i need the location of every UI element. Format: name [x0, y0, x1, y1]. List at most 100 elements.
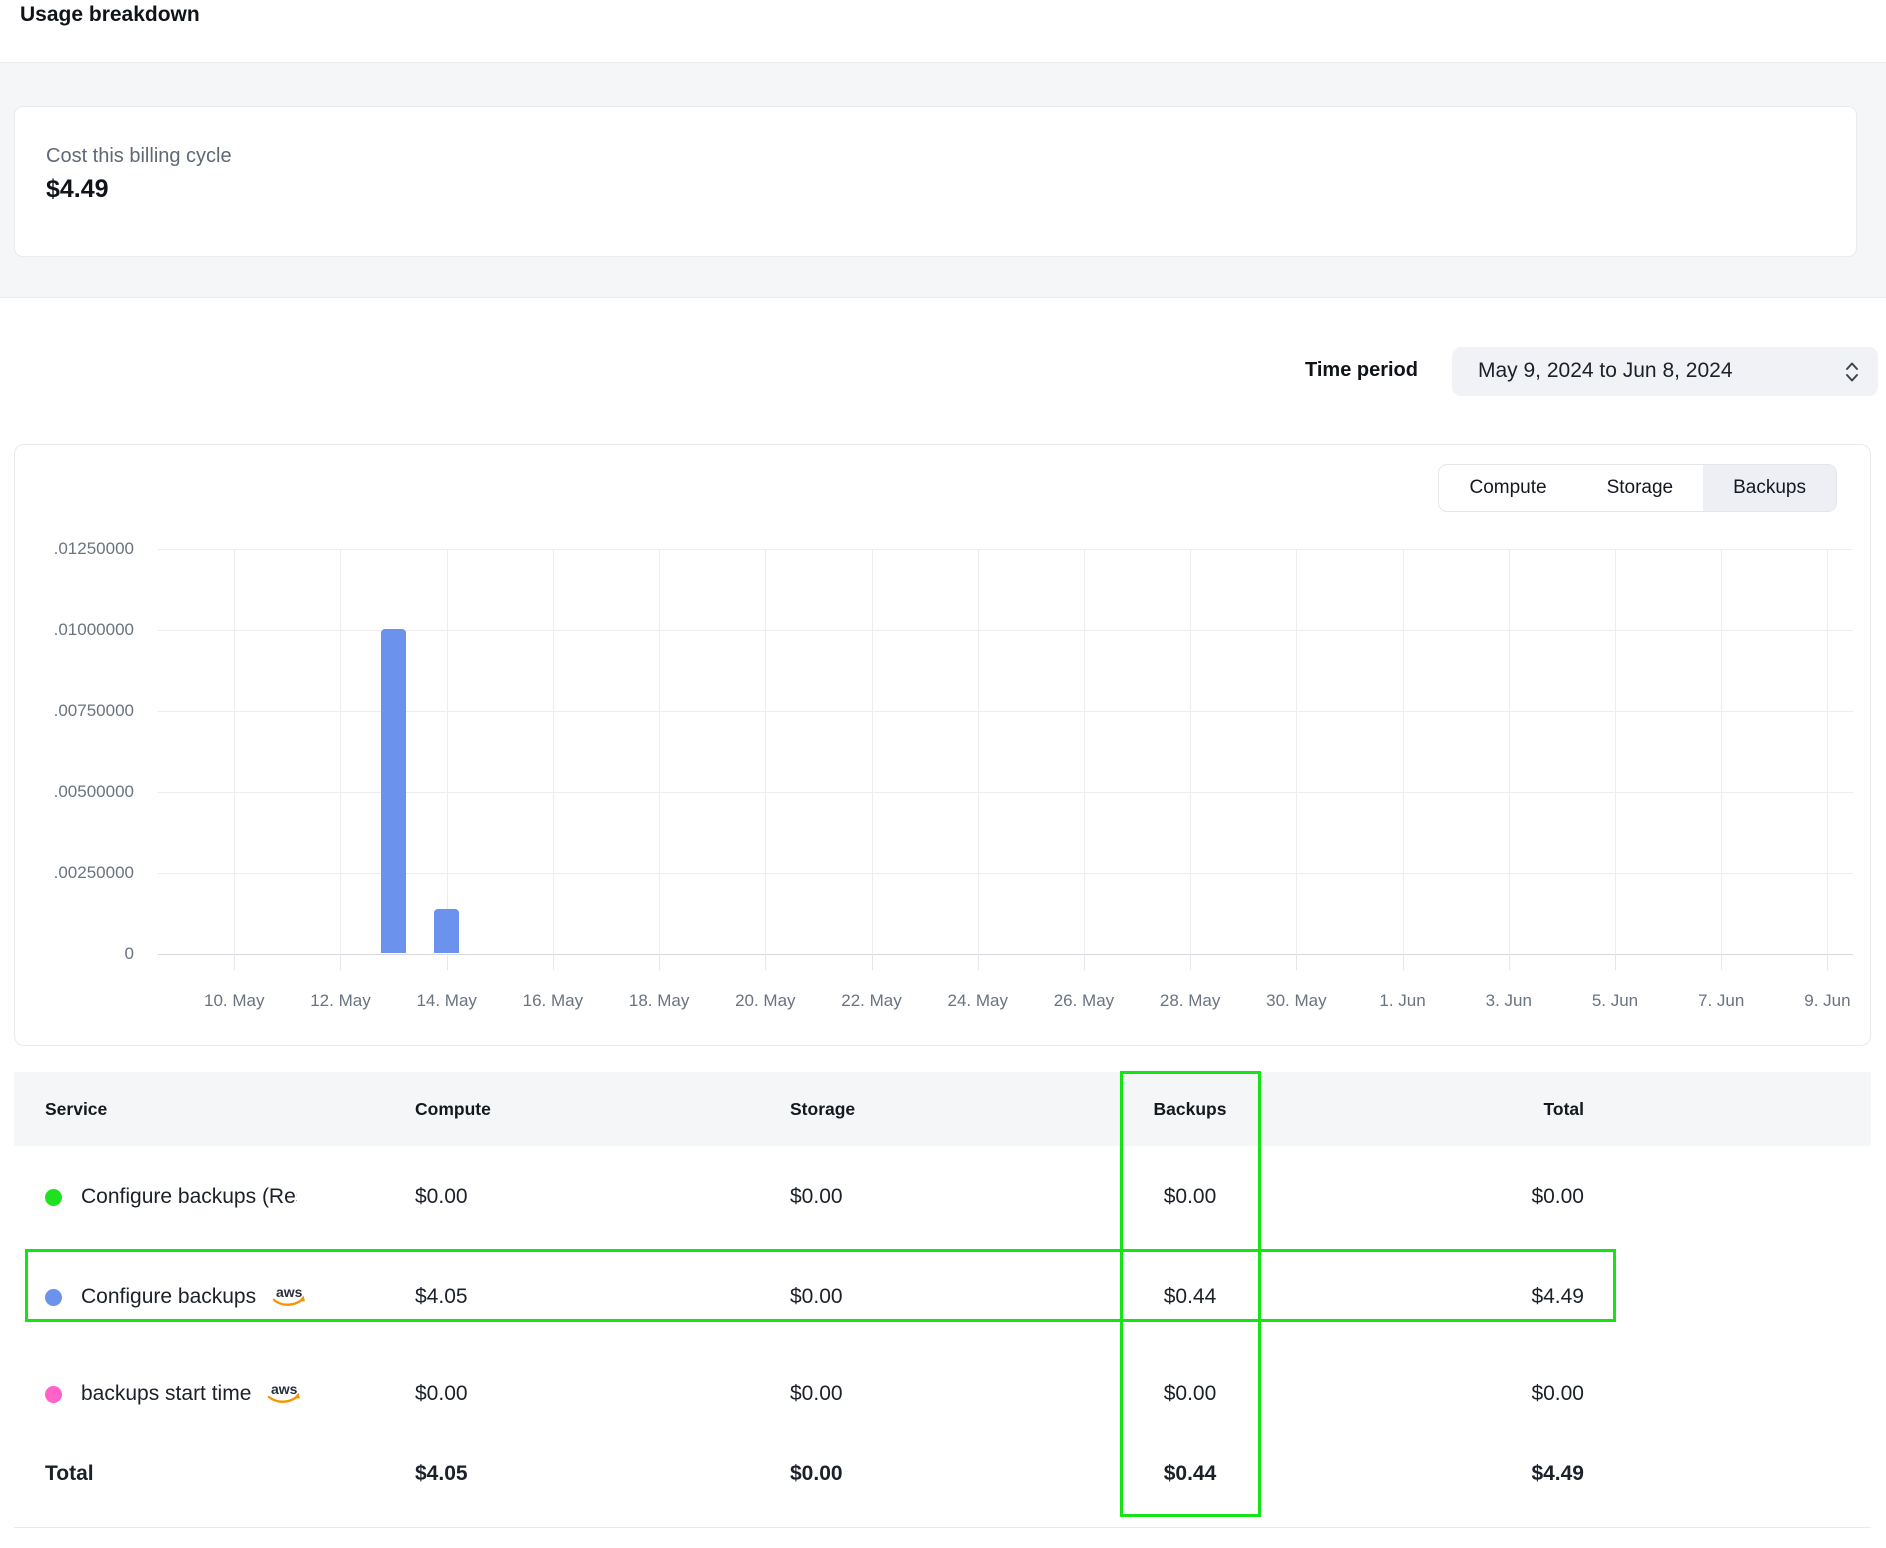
x-tickmark	[1615, 954, 1616, 970]
storage-value: $0.00	[790, 1248, 1010, 1346]
backups-total: $0.44	[1120, 1420, 1260, 1528]
col-header-total: Total	[1384, 1072, 1584, 1146]
h-gridline	[158, 873, 1853, 874]
x-tick-label: 22. May	[841, 991, 901, 1011]
grand-total: $4.49	[1384, 1420, 1584, 1528]
series-dot-green	[45, 1189, 62, 1206]
v-gridline	[234, 549, 235, 954]
v-gridline	[872, 549, 873, 954]
col-header-service: Service	[45, 1072, 107, 1146]
h-gridline	[158, 792, 1853, 793]
x-tick-label: 5. Jun	[1592, 991, 1638, 1011]
col-header-storage: Storage	[790, 1072, 855, 1146]
x-tickmark	[978, 954, 979, 970]
table-row: Configure backups aws $4.05 $0.00 $0.44 …	[14, 1248, 1871, 1346]
x-tick-label: 24. May	[947, 991, 1007, 1011]
metric-tabs: Compute Storage Backups	[1438, 464, 1837, 512]
v-gridline	[1721, 549, 1722, 954]
v-gridline	[340, 549, 341, 954]
tab-storage[interactable]: Storage	[1577, 465, 1704, 511]
y-tick-label: .00250000	[15, 863, 134, 883]
service-name: backups start time	[81, 1382, 251, 1406]
x-tick-label: 14. May	[416, 991, 476, 1011]
chevron-up-down-icon	[1843, 360, 1861, 384]
usage-breakdown-page: Usage breakdown Cost this billing cycle …	[0, 0, 1886, 1548]
h-gridline	[158, 954, 1853, 955]
usage-chart-card: Compute Storage Backups .01250000.010000…	[14, 444, 1871, 1046]
x-tickmark	[1403, 954, 1404, 970]
summary-band: Cost this billing cycle $4.49	[0, 62, 1886, 298]
x-tick-label: 16. May	[523, 991, 583, 1011]
y-tick-label: .00500000	[15, 782, 134, 802]
x-tick-label: 28. May	[1160, 991, 1220, 1011]
x-tickmark	[872, 954, 873, 970]
x-tick-label: 12. May	[310, 991, 370, 1011]
service-name: Configure backups	[81, 1285, 256, 1309]
x-tick-label: 10. May	[204, 991, 264, 1011]
svg-text:aws: aws	[271, 1381, 298, 1397]
x-tick-label: 7. Jun	[1698, 991, 1744, 1011]
tab-compute[interactable]: Compute	[1439, 465, 1576, 511]
time-period-value: May 9, 2024 to Jun 8, 2024	[1478, 359, 1733, 383]
v-gridline	[659, 549, 660, 954]
storage-value: $0.00	[790, 1146, 1010, 1248]
time-period-label: Time period	[1289, 359, 1418, 382]
x-tick-label: 18. May	[629, 991, 689, 1011]
v-gridline	[1509, 549, 1510, 954]
h-gridline	[158, 549, 1853, 550]
table-total-row: Total $4.05 $0.00 $0.44 $4.49	[14, 1420, 1871, 1528]
x-tickmark	[447, 954, 448, 970]
x-tickmark	[765, 954, 766, 970]
compute-value: $4.05	[415, 1248, 635, 1346]
table-header: Service Compute Storage Backups Total	[14, 1072, 1871, 1146]
v-gridline	[447, 549, 448, 954]
v-gridline	[1615, 549, 1616, 954]
col-header-backups: Backups	[1120, 1072, 1260, 1146]
x-tickmark	[659, 954, 660, 970]
time-period-select[interactable]: May 9, 2024 to Jun 8, 2024	[1452, 347, 1878, 396]
v-gridline	[1190, 549, 1191, 954]
page-title: Usage breakdown	[20, 3, 200, 27]
y-tick-label: 0	[15, 944, 134, 964]
usage-table: Service Compute Storage Backups Total Co…	[14, 1072, 1871, 1528]
x-tick-label: 1. Jun	[1379, 991, 1425, 1011]
v-gridline	[1084, 549, 1085, 954]
aws-logo-icon: aws	[270, 1283, 308, 1311]
v-gridline	[1403, 549, 1404, 954]
total-row-label: Total	[45, 1420, 94, 1528]
x-tick-label: 3. Jun	[1486, 991, 1532, 1011]
x-tick-label: 30. May	[1266, 991, 1326, 1011]
v-gridline	[553, 549, 554, 954]
x-tick-label: 20. May	[735, 991, 795, 1011]
service-name: Configure backups (Resto	[81, 1185, 297, 1209]
x-tickmark	[553, 954, 554, 970]
v-gridline	[1827, 549, 1828, 954]
x-tickmark	[340, 954, 341, 970]
x-tickmark	[234, 954, 235, 970]
billing-cycle-cost: $4.49	[46, 175, 109, 204]
storage-total: $0.00	[790, 1420, 1010, 1528]
bar-chart-plot	[158, 549, 1853, 954]
v-gridline	[978, 549, 979, 954]
usage-bar-13-May[interactable]	[381, 629, 406, 953]
col-header-compute: Compute	[415, 1072, 491, 1146]
v-gridline	[765, 549, 766, 954]
x-tickmark	[1084, 954, 1085, 970]
x-tickmark	[1721, 954, 1722, 970]
backups-value: $0.44	[1120, 1248, 1260, 1346]
billing-cycle-label: Cost this billing cycle	[46, 145, 232, 168]
usage-bar-14-May[interactable]	[434, 909, 459, 953]
v-gridline	[1296, 549, 1297, 954]
h-gridline	[158, 711, 1853, 712]
tab-backups[interactable]: Backups	[1703, 465, 1836, 511]
x-tick-label: 9. Jun	[1804, 991, 1850, 1011]
aws-logo-icon: aws	[265, 1380, 303, 1408]
y-tick-label: .00750000	[15, 701, 134, 721]
series-dot-blue	[45, 1289, 62, 1306]
svg-text:aws: aws	[276, 1284, 303, 1300]
x-tickmark	[1827, 954, 1828, 970]
x-tickmark	[1190, 954, 1191, 970]
series-dot-pink	[45, 1386, 62, 1403]
table-row: Configure backups (Resto $0.00 $0.00 $0.…	[14, 1146, 1871, 1248]
x-tick-label: 26. May	[1054, 991, 1114, 1011]
